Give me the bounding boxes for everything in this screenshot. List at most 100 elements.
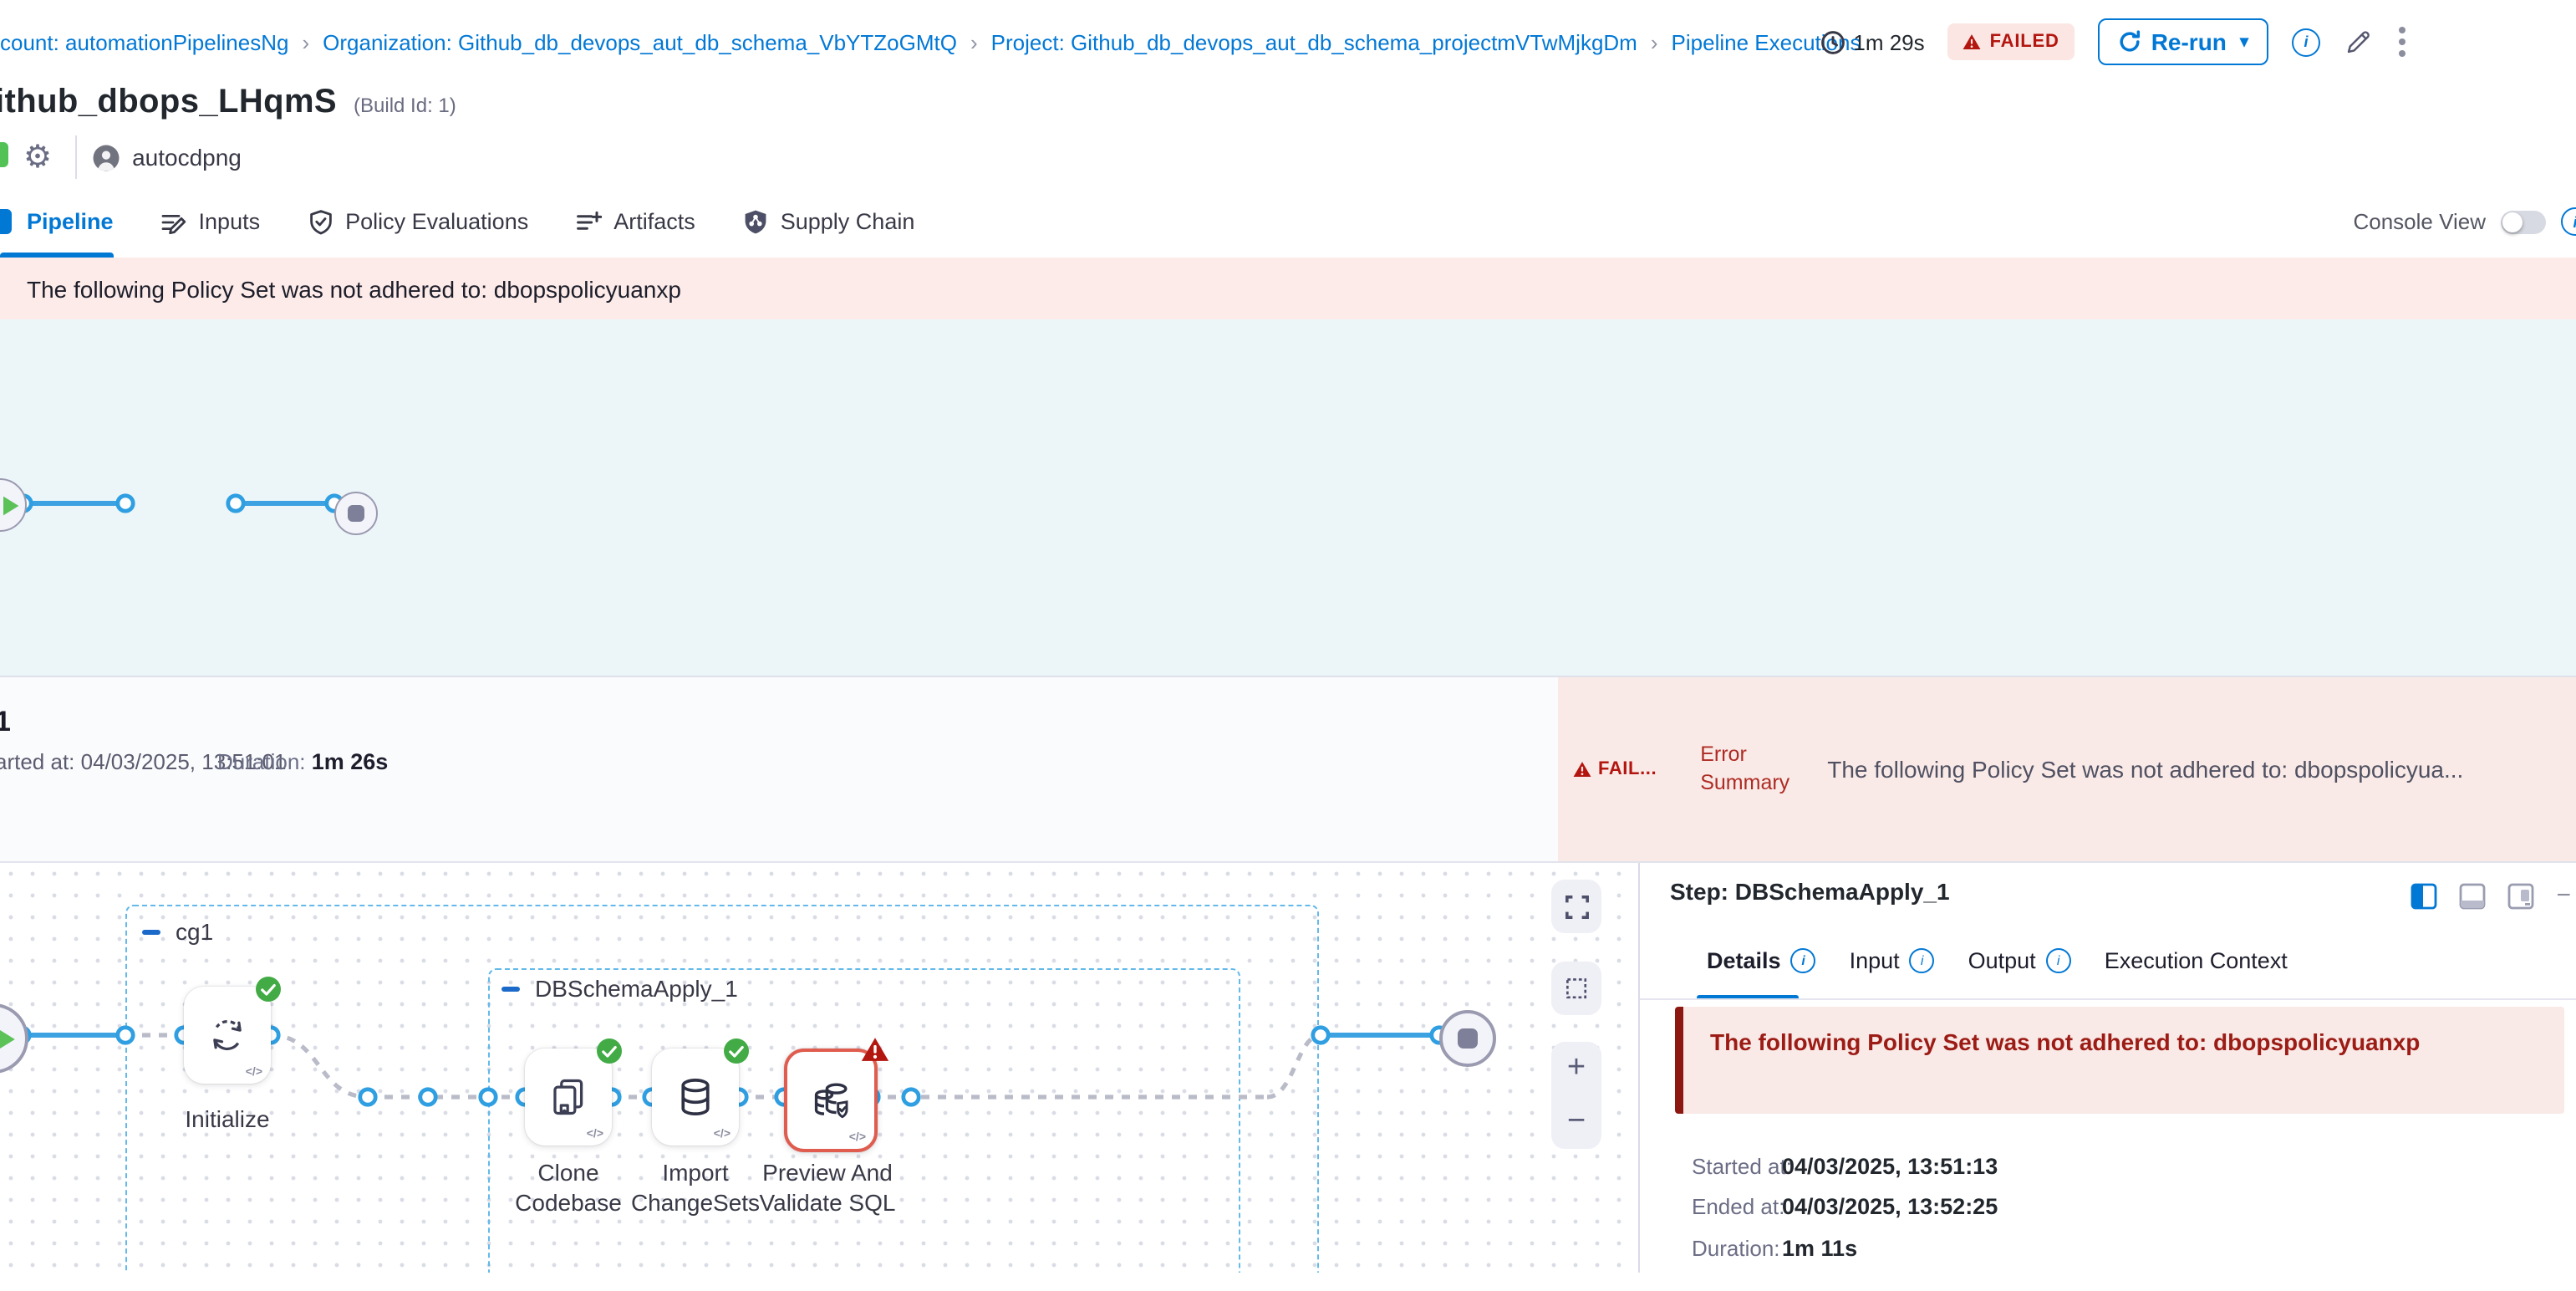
zoom-out-button[interactable]: − (1551, 1095, 1601, 1149)
step-details-panel: Step: DBSchemaApply_1 − Detailsi Inputi … (1638, 863, 2576, 1273)
shield-check-icon (307, 208, 333, 235)
panel-tab-input[interactable]: Inputi (1840, 948, 1958, 973)
stage-duration: Duration: 1m 26s (217, 749, 388, 774)
detail-row-started: Started at:04/03/2025, 13:51:13 (1692, 1154, 1792, 1179)
fail-chip: FAIL... (1573, 759, 1657, 779)
step-graph-canvas[interactable]: cg1 DBSchemaApply_1 </> (0, 863, 1638, 1273)
panel-tab-details[interactable]: Detailsi (1697, 948, 1840, 973)
tag-badge (0, 142, 8, 167)
step-panel-tabs: Detailsi Inputi Outputi Execution Contex… (1697, 948, 2311, 973)
pipeline-execution-page: count: automationPipelinesNg › Organizat… (0, 0, 2576, 1291)
breadcrumb-account[interactable]: count: automationPipelinesNg (0, 29, 288, 54)
console-view-info-icon[interactable]: i (2561, 207, 2576, 236)
elapsed-time: 1m 29s (1820, 29, 1924, 54)
breadcrumb-separator-icon: › (1651, 29, 1658, 54)
triggered-by-user[interactable]: autocdpng (92, 143, 242, 171)
breadcrumb-project[interactable]: Project: Github_db_devops_aut_db_schema_… (991, 29, 1637, 54)
execution-tabs: Pipeline Inputs Policy Evaluations Artif… (0, 186, 2576, 258)
info-icon[interactable]: i (1791, 948, 1816, 973)
error-summary-label: ErrorSummary (1700, 741, 1797, 798)
graph-zoom-controls: + − (1551, 1042, 1601, 1149)
stop-icon (1458, 1028, 1478, 1049)
marquee-select-icon (1564, 976, 1589, 1001)
stage-graph-canvas[interactable]: </> cs1 + − (0, 319, 2576, 676)
console-view-toggle[interactable] (2501, 210, 2546, 233)
tab-supply-chain[interactable]: Supply Chain (719, 186, 939, 258)
status-badge: FAILED (1948, 23, 2075, 60)
tab-policy-evaluations[interactable]: Policy Evaluations (283, 186, 552, 258)
step-node-clone-codebase[interactable]: </> (525, 1049, 612, 1146)
graph-fullscreen-button[interactable] (1551, 880, 1601, 933)
breadcrumb-bar: count: automationPipelinesNg › Organizat… (0, 0, 2576, 84)
policy-error-banner: The following Policy Set was not adhered… (0, 258, 2576, 319)
pipeline-icon (0, 209, 12, 234)
execution-header: ithub_dbops_LHqmS (Build Id: 1) ⚙ autocd… (0, 84, 2576, 186)
artifacts-icon (575, 208, 602, 235)
divider (1640, 998, 2576, 1000)
step-panel-title: Step: DBSchemaApply_1 (1670, 878, 1950, 905)
pipeline-title: ithub_dbops_LHqmS (0, 84, 337, 122)
warning-icon (1573, 761, 1591, 778)
success-badge-icon (724, 1038, 749, 1064)
step-node-initialize[interactable]: </> (184, 987, 271, 1084)
layout-floating-icon[interactable] (2507, 883, 2534, 910)
collapse-group-icon[interactable] (501, 986, 520, 991)
stage-summary-bar: 1 arted at: 04/03/2025, 13:51:01 Duratio… (0, 676, 2576, 861)
supply-chain-icon (742, 208, 769, 235)
clone-codebase-icon (547, 1075, 590, 1119)
group-dbschemaapply-label: DBSchemaApply_1 (535, 975, 738, 1002)
step-error-message-box: The following Policy Set was not adhered… (1675, 1007, 2564, 1114)
panel-tab-execution-context[interactable]: Execution Context (2095, 948, 2311, 973)
graph-select-button[interactable] (1551, 962, 1601, 1015)
step-error-message: The following Policy Set was not adhered… (1683, 1007, 2564, 1055)
code-icon: </> (849, 1132, 866, 1144)
success-badge-icon (256, 977, 281, 1002)
group-cg1-label: cg1 (176, 918, 213, 945)
layout-bottom-icon[interactable] (2459, 883, 2486, 910)
fullscreen-icon (1564, 894, 1589, 919)
stage-links (0, 319, 1638, 676)
breadcrumb-separator-icon: › (970, 29, 978, 54)
tab-pipeline[interactable]: Pipeline (0, 186, 137, 258)
gear-icon[interactable]: ⚙ (23, 141, 52, 173)
step-label-preview-validate-sql[interactable]: Preview And Validate SQL (732, 1157, 923, 1217)
minimize-panel-icon[interactable]: − (2556, 888, 2571, 905)
panel-tab-output[interactable]: Outputi (1958, 948, 2095, 973)
zoom-in-button[interactable]: + (1551, 1042, 1601, 1095)
user-name: autocdpng (132, 144, 242, 171)
step-node-import-changesets[interactable]: </> (652, 1049, 739, 1146)
code-icon: </> (246, 1067, 262, 1079)
build-id: (Build Id: 1) (354, 94, 456, 117)
info-icon[interactable]: i (1910, 948, 1935, 973)
play-icon (2, 495, 20, 517)
layout-split-right-icon[interactable] (2411, 883, 2437, 910)
stage-name: 1 (0, 706, 11, 739)
code-icon: </> (587, 1129, 603, 1140)
step-node-preview-validate-sql[interactable]: </> (784, 1049, 878, 1152)
console-view-label: Console View (2353, 209, 2486, 234)
more-options-icon[interactable] (2395, 23, 2409, 60)
step-label-initialize[interactable]: Initialize (144, 1104, 311, 1134)
info-icon[interactable]: i (2046, 948, 2071, 973)
breadcrumb-separator-icon: › (302, 29, 309, 54)
stage-error-summary: FAIL... ErrorSummary The following Polic… (1558, 677, 2576, 861)
collapse-group-icon[interactable] (142, 929, 160, 934)
caret-down-icon: ▾ (2240, 33, 2248, 51)
refresh-icon (2118, 30, 2141, 54)
preview-validate-sql-icon (808, 1078, 853, 1123)
warning-icon (1963, 33, 1982, 50)
initialize-icon (206, 1013, 249, 1057)
divider (75, 135, 77, 179)
tab-inputs[interactable]: Inputs (137, 186, 284, 258)
tab-artifacts[interactable]: Artifacts (552, 186, 719, 258)
stop-icon (348, 505, 364, 522)
info-icon[interactable]: i (2292, 28, 2320, 56)
clock-icon (1820, 29, 1845, 54)
inputs-icon (160, 208, 187, 235)
pipeline-end-node (334, 492, 378, 535)
edit-pipeline-icon[interactable] (2344, 28, 2372, 56)
breadcrumb-organization[interactable]: Organization: Github_db_devops_aut_db_sc… (323, 29, 957, 54)
graph-end-node (1439, 1010, 1496, 1067)
success-badge-icon (597, 1038, 622, 1064)
rerun-button[interactable]: Re-run ▾ (2098, 18, 2268, 65)
